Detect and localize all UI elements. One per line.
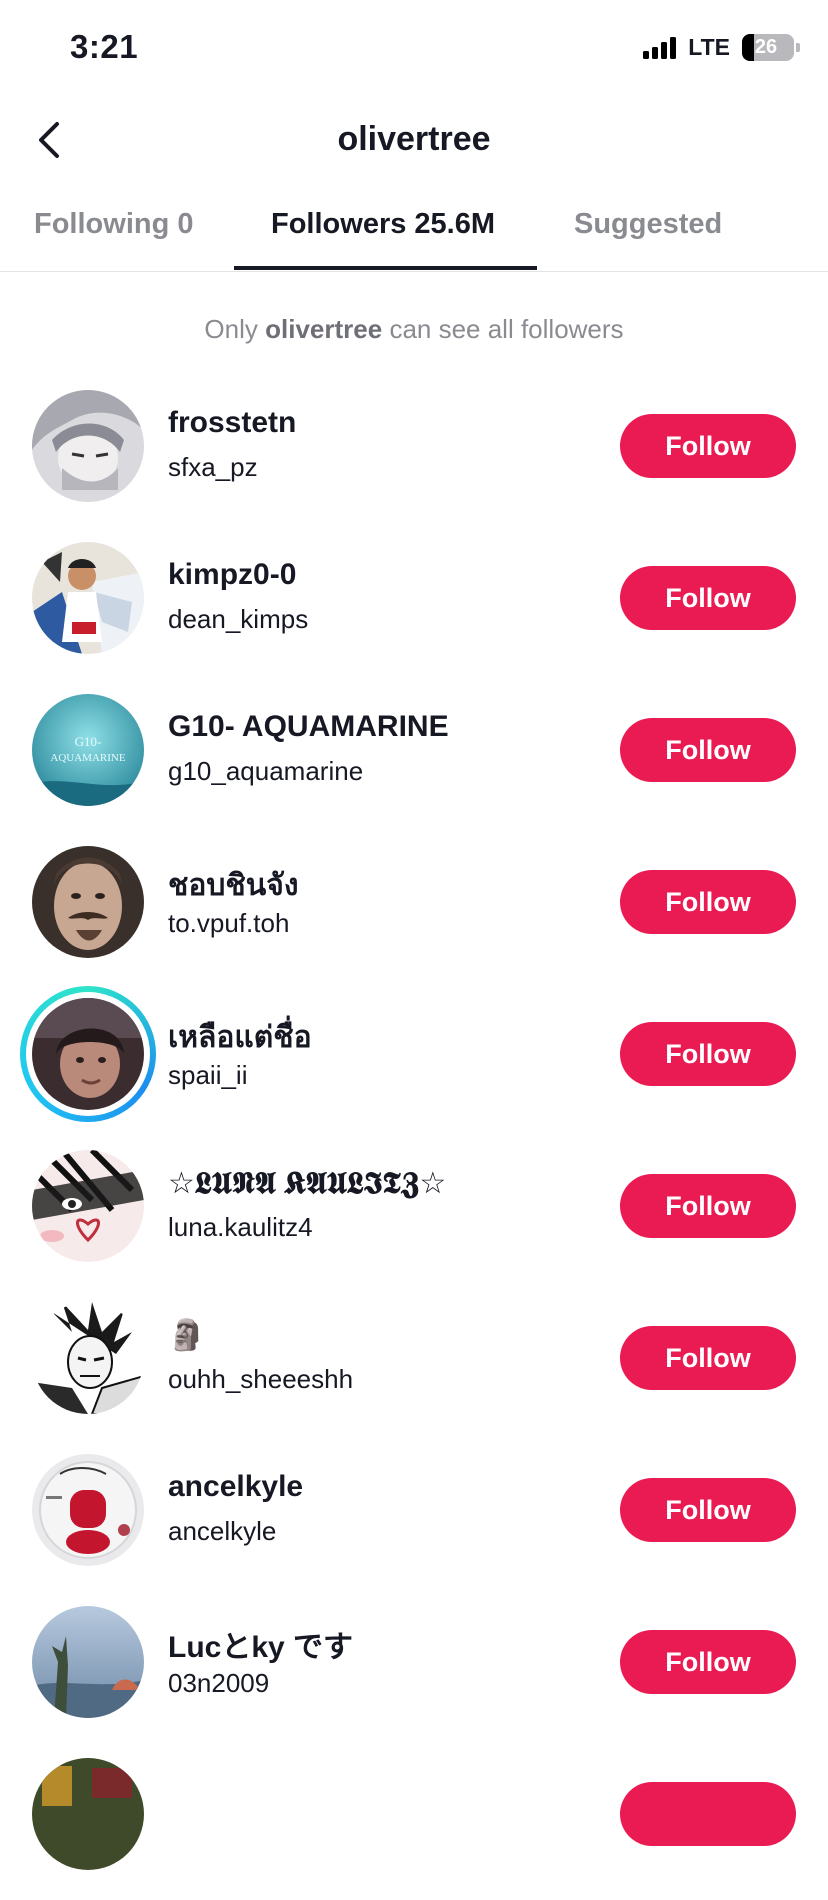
- follow-button[interactable]: Follow: [620, 1630, 796, 1694]
- follow-button[interactable]: Follow: [620, 1478, 796, 1542]
- tab-following[interactable]: Following 0: [34, 208, 194, 241]
- avatar[interactable]: [32, 1302, 144, 1414]
- avatar-text: AQUAMARINE: [50, 752, 125, 764]
- username: to.vpuf.toh: [168, 908, 290, 938]
- username: dean_kimps: [168, 604, 309, 634]
- battery-icon: 26: [742, 34, 800, 61]
- username: 03n2009: [168, 1668, 270, 1698]
- follow-button[interactable]: Follow: [620, 1022, 796, 1086]
- follow-button[interactable]: Follow: [620, 1174, 796, 1238]
- follower-row[interactable]: ☆𝕷𝖀𝕹𝕬 𝕶𝕬𝖀𝕷𝕴𝕿𝖅☆ luna.kaulitz4 Follow: [0, 1140, 828, 1292]
- username: g10_aquamarine: [168, 756, 364, 786]
- follower-row[interactable]: kimpz0-0 dean_kimps Follow: [0, 532, 828, 684]
- privacy-note: Only olivertree can see all followers: [0, 314, 828, 345]
- username: luna.kaulitz4: [168, 1212, 313, 1242]
- avatar[interactable]: [32, 1606, 144, 1718]
- followers-list: frosstetn sfxa_pz Follow kimpz0-0 dean_k…: [0, 380, 828, 1900]
- avatar[interactable]: [32, 1758, 144, 1870]
- cellular-signal-icon: [643, 36, 677, 59]
- follow-button[interactable]: Follow: [620, 718, 796, 782]
- status-bar: 3:21 LTE 26: [0, 0, 828, 96]
- display-name: เหลือแต่ชื่อ: [168, 1021, 312, 1054]
- display-name: frosstetn: [168, 406, 297, 439]
- avatar-with-story-ring[interactable]: [20, 986, 156, 1122]
- follow-button[interactable]: Follow: [620, 566, 796, 630]
- tab-suggested[interactable]: Suggested: [574, 208, 722, 241]
- avatar[interactable]: [32, 542, 144, 654]
- battery-level: 26: [754, 36, 778, 58]
- username: spaii_ii: [168, 1060, 248, 1090]
- status-time: 3:21: [70, 28, 139, 65]
- privacy-note-name: olivertree: [265, 314, 383, 344]
- status-indicators: LTE 26: [643, 34, 800, 61]
- follower-row[interactable]: frosstetn sfxa_pz Follow: [0, 380, 828, 532]
- display-name: kimpz0-0: [168, 558, 297, 591]
- follower-row-partial[interactable]: [0, 1748, 828, 1900]
- username: ouhh_sheeeshh: [168, 1364, 354, 1394]
- nav-header: olivertree: [0, 96, 828, 184]
- avatar[interactable]: G10- AQUAMARINE: [32, 694, 144, 806]
- follower-row[interactable]: 🗿 ouhh_sheeeshh Follow: [0, 1292, 828, 1444]
- network-type: LTE: [688, 34, 730, 60]
- page-title: olivertree: [337, 120, 491, 158]
- follower-row[interactable]: ancelkyle ancelkyle Follow: [0, 1444, 828, 1596]
- display-name: Lucとky です: [168, 1631, 354, 1664]
- tab-bar: Following 0 Followers 25.6M Suggested: [0, 196, 828, 272]
- privacy-note-prefix: Only: [204, 314, 258, 344]
- follower-row[interactable]: Lucとky です 03n2009 Follow: [0, 1596, 828, 1748]
- follower-row[interactable]: ชอบชินจัง to.vpuf.toh Follow: [0, 836, 828, 988]
- tab-followers[interactable]: Followers 25.6M: [271, 208, 495, 241]
- username: sfxa_pz: [168, 452, 258, 482]
- avatar[interactable]: [32, 1454, 144, 1566]
- display-name: ☆𝕷𝖀𝕹𝕬 𝕶𝕬𝖀𝕷𝕴𝕿𝖅☆: [168, 1167, 447, 1200]
- follower-row[interactable]: G10- AQUAMARINE G10- AQUAMARINE g10_aqua…: [0, 684, 828, 836]
- avatar[interactable]: [32, 390, 144, 502]
- avatar[interactable]: [32, 846, 144, 958]
- follower-row[interactable]: เหลือแต่ชื่อ spaii_ii Follow: [0, 986, 828, 1140]
- avatar[interactable]: [32, 1150, 144, 1262]
- avatar-text: G10-: [75, 734, 102, 749]
- display-name: 🗿: [168, 1319, 206, 1352]
- display-name: ชอบชินจัง: [168, 869, 299, 902]
- active-tab-indicator: [234, 266, 537, 270]
- display-name: ancelkyle: [168, 1470, 304, 1503]
- follow-button[interactable]: Follow: [620, 870, 796, 934]
- follow-button[interactable]: Follow: [620, 414, 796, 478]
- username: ancelkyle: [168, 1516, 277, 1546]
- follow-button[interactable]: Follow: [620, 1326, 796, 1390]
- display-name: G10- AQUAMARINE: [168, 710, 449, 743]
- privacy-note-suffix: can see all followers: [389, 314, 624, 344]
